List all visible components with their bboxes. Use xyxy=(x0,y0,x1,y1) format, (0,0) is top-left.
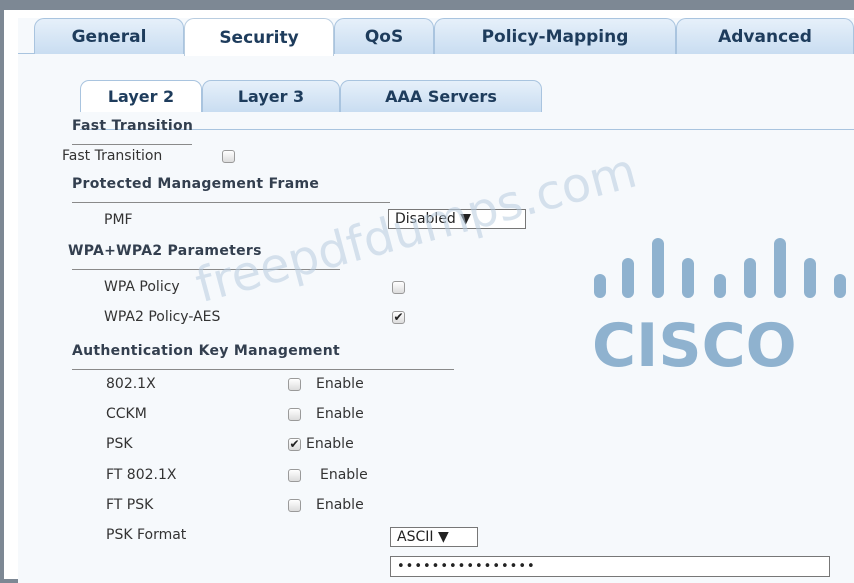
psk-format-label: PSK Format xyxy=(106,527,187,543)
subtab-layer-3[interactable]: Layer 3 xyxy=(202,80,340,112)
akm-802-1x-checkbox[interactable] xyxy=(288,378,301,391)
pmf-label: PMF xyxy=(104,212,133,228)
psk-format-select[interactable]: ASCII ▼ xyxy=(390,527,478,547)
fast-transition-checkbox[interactable] xyxy=(222,150,235,163)
psk-password-value: •••••••••••••••• xyxy=(397,559,536,574)
divider xyxy=(72,369,454,370)
section-pmf: Protected Management Frame xyxy=(72,176,320,192)
dropdown-arrow-icon: ▼ xyxy=(437,529,449,545)
tab-qos[interactable]: QoS xyxy=(334,18,434,54)
tab-policy-mapping[interactable]: Policy-Mapping xyxy=(434,18,676,54)
akm-cckm-checkbox[interactable] xyxy=(288,408,301,421)
cisco-wordmark: CISCO xyxy=(592,311,797,372)
wpa-policy-label: WPA Policy xyxy=(104,279,180,295)
akm-802-1x-label: 802.1X xyxy=(106,376,156,392)
enable-label: Enable xyxy=(316,497,364,513)
section-fast-transition: Fast Transition xyxy=(72,118,194,134)
wpa2-aes-checkbox[interactable]: ✔ xyxy=(392,311,405,324)
enable-label: Enable xyxy=(316,376,364,392)
cisco-logo: CISCO xyxy=(590,232,852,381)
akm-psk-label: PSK xyxy=(106,436,133,452)
psk-format-value: ASCII xyxy=(397,529,434,545)
akm-cckm-label: CCKM xyxy=(106,406,147,422)
akm-ft-psk-label: FT PSK xyxy=(106,497,154,513)
akm-ft-802-1x-label: FT 802.1X xyxy=(106,467,177,483)
fast-transition-label: Fast Transition xyxy=(62,148,163,164)
section-akm: Authentication Key Management xyxy=(72,343,340,359)
akm-ft-802-1x-checkbox[interactable] xyxy=(288,469,301,482)
subtab-layer-2[interactable]: Layer 2 xyxy=(80,80,202,112)
subtab-aaa-servers[interactable]: AAA Servers xyxy=(340,80,542,112)
enable-label: Enable xyxy=(306,436,354,452)
tab-general[interactable]: General xyxy=(34,18,184,54)
psk-password-input[interactable]: •••••••••••••••• xyxy=(390,556,830,577)
tab-security[interactable]: Security xyxy=(184,18,334,56)
checkmark-icon: ✔ xyxy=(289,437,300,451)
divider xyxy=(72,202,390,203)
enable-label: Enable xyxy=(320,467,368,483)
tab-advanced[interactable]: Advanced xyxy=(676,18,854,54)
enable-label: Enable xyxy=(316,406,364,422)
checkmark-icon: ✔ xyxy=(393,310,404,324)
subtab-underline xyxy=(80,129,854,130)
cisco-bars-icon: CISCO xyxy=(592,238,846,381)
wpa-policy-checkbox[interactable] xyxy=(392,281,405,294)
divider xyxy=(72,144,192,145)
akm-ft-psk-checkbox[interactable] xyxy=(288,499,301,512)
akm-psk-checkbox[interactable]: ✔ xyxy=(288,438,301,451)
